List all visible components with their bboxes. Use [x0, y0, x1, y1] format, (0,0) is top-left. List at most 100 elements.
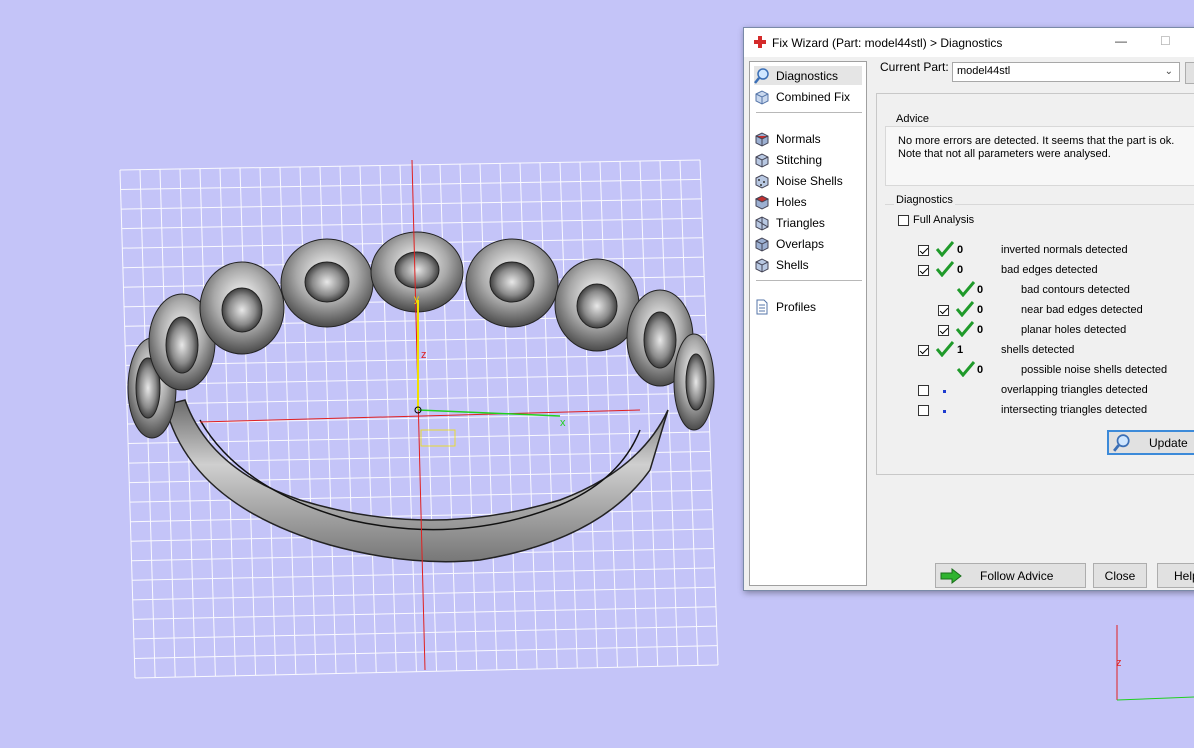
nav-item-shells[interactable]: Shells [754, 255, 862, 274]
nav-item-overlaps[interactable]: Overlaps [754, 234, 862, 253]
title-bar[interactable]: Fix Wizard (Part: model44stl) > Diagnost… [744, 28, 1194, 57]
grid-line [133, 606, 716, 620]
overlapping-triangles-checkbox[interactable] [918, 385, 929, 396]
nav-item-label: Shells [776, 257, 809, 272]
nav-item-combined-fix[interactable]: Combined Fix [754, 87, 862, 106]
follow-advice-button[interactable]: Follow Advice [935, 563, 1086, 588]
noise-shells-icon [755, 173, 769, 189]
nav-separator [756, 112, 862, 113]
advice-group-label: Advice [894, 113, 932, 125]
nav-item-label: Holes [776, 194, 807, 209]
nav-item-label: Diagnostics [776, 68, 839, 83]
magnifier-icon [1113, 433, 1130, 452]
shells-label: shells detected [1001, 344, 1075, 356]
green-checkmark-icon [957, 361, 975, 377]
help-button-label: Help [1174, 568, 1194, 583]
planar-holes-label: planar holes detected [1021, 324, 1127, 336]
close-button-label: Close [1104, 568, 1136, 583]
nav-separator [756, 280, 862, 281]
minimize-icon[interactable]: — [1115, 34, 1127, 48]
nav-item-profiles[interactable]: Profiles [754, 297, 862, 316]
nav-item-noise-shells[interactable]: Noise Shells [754, 171, 862, 190]
triangles-cube-icon [755, 215, 769, 231]
follow-advice-label: Follow Advice [980, 568, 1054, 583]
full-analysis-label: Full Analysis [913, 214, 975, 226]
holes-cube-icon [754, 194, 770, 210]
bad-contours-label: bad contours detected [1021, 284, 1130, 296]
nav-item-triangles[interactable]: Triangles [754, 213, 862, 232]
normals-cube-icon [755, 131, 769, 147]
update-button-label: Update [1149, 435, 1188, 450]
red-cross-app-icon [754, 36, 766, 48]
axis-y-label: y [414, 294, 419, 305]
green-checkmark-icon [936, 241, 954, 257]
near-bad-edges-checkbox[interactable] [938, 305, 949, 316]
overlapping-triangles-label: overlapping triangles detected [1001, 384, 1148, 396]
planar-holes-count: 0 [977, 324, 984, 336]
noise-shells-count: 0 [977, 364, 984, 376]
current-part-extra-button[interactable] [1185, 62, 1194, 84]
inverted-normals-count: 0 [957, 244, 964, 256]
corner-axis-z-label: z [1116, 657, 1122, 669]
pending-dot-icon [943, 410, 946, 413]
grid-line [134, 664, 719, 679]
diagnostics-group-label: Diagnostics [894, 194, 955, 206]
intersecting-triangles-checkbox[interactable] [918, 405, 929, 416]
shells-checkbox[interactable] [918, 345, 929, 356]
intersecting-triangles-label: intersecting triangles detected [1001, 404, 1148, 416]
current-part-label: Current Part: [880, 60, 949, 74]
update-button[interactable]: Update [1107, 430, 1194, 455]
inverted-normals-label: inverted normals detected [1001, 244, 1128, 256]
noise-shells-label: possible noise shells detected [1021, 364, 1168, 376]
overlaps-cube-icon [755, 236, 769, 252]
planar-holes-checkbox[interactable] [938, 325, 949, 336]
pending-dot-icon [943, 390, 946, 393]
maximize-icon[interactable]: ☐ [1160, 34, 1171, 48]
diagnostics-magnifier-icon [754, 67, 769, 84]
nav-item-label: Stitching [776, 152, 823, 167]
nav-item-label: Combined Fix [776, 89, 851, 104]
close-button[interactable]: Close [1093, 563, 1147, 588]
profiles-document-icon [756, 299, 768, 314]
nav-item-normals[interactable]: Normals [754, 129, 862, 148]
nav-item-holes[interactable]: Holes [754, 192, 862, 211]
green-arrow-right-icon [940, 567, 962, 584]
near-bad-edges-label: near bad edges detected [1021, 304, 1143, 316]
nav-item-diagnostics[interactable]: Diagnostics [754, 66, 862, 85]
help-button[interactable]: Help [1157, 563, 1194, 588]
green-checkmark-icon [936, 261, 954, 277]
full-analysis-checkbox[interactable] [898, 215, 909, 226]
grid-line [121, 217, 703, 230]
bad-edges-label: bad edges detected [1001, 264, 1098, 276]
inverted-normals-checkbox[interactable] [918, 245, 929, 256]
axis-x-label: x [560, 417, 566, 429]
green-checkmark-icon [936, 341, 954, 357]
nav-item-label: Normals [776, 131, 821, 146]
chevron-down-icon: ⌄ [1164, 66, 1173, 77]
fix-nav-list: Diagnostics Combined Fix Normals Stitchi… [749, 61, 867, 586]
fix-wizard-dialog: Fix Wizard (Part: model44stl) > Diagnost… [743, 27, 1194, 591]
corner-axes: z [1116, 625, 1194, 701]
current-part-value: model44stl [957, 65, 1011, 77]
ring-settings [127, 231, 715, 439]
nav-item-label: Overlaps [776, 236, 825, 251]
nav-item-label: Triangles [776, 215, 825, 230]
bad-contours-count: 0 [977, 284, 984, 296]
shells-cube-icon [755, 257, 769, 273]
nav-item-label: Profiles [776, 299, 817, 314]
near-bad-edges-count: 0 [977, 304, 984, 316]
stitching-cube-icon [755, 152, 769, 168]
nav-item-label: Noise Shells [776, 173, 843, 188]
advice-text: No more errors are detected. It seems th… [898, 135, 1175, 160]
grid-line [126, 373, 708, 386]
green-checkmark-icon [956, 321, 974, 337]
green-checkmark-icon [956, 301, 974, 317]
grid-line [134, 645, 718, 659]
grid-line [119, 159, 701, 171]
bad-edges-checkbox[interactable] [918, 265, 929, 276]
dialog-title: Fix Wizard (Part: model44stl) > Diagnost… [772, 36, 1003, 50]
current-part-select[interactable]: model44stl ⌄ [952, 62, 1180, 82]
nav-item-stitching[interactable]: Stitching [754, 150, 862, 169]
combined-fix-cube-icon [755, 89, 769, 105]
grid-line [132, 586, 716, 601]
